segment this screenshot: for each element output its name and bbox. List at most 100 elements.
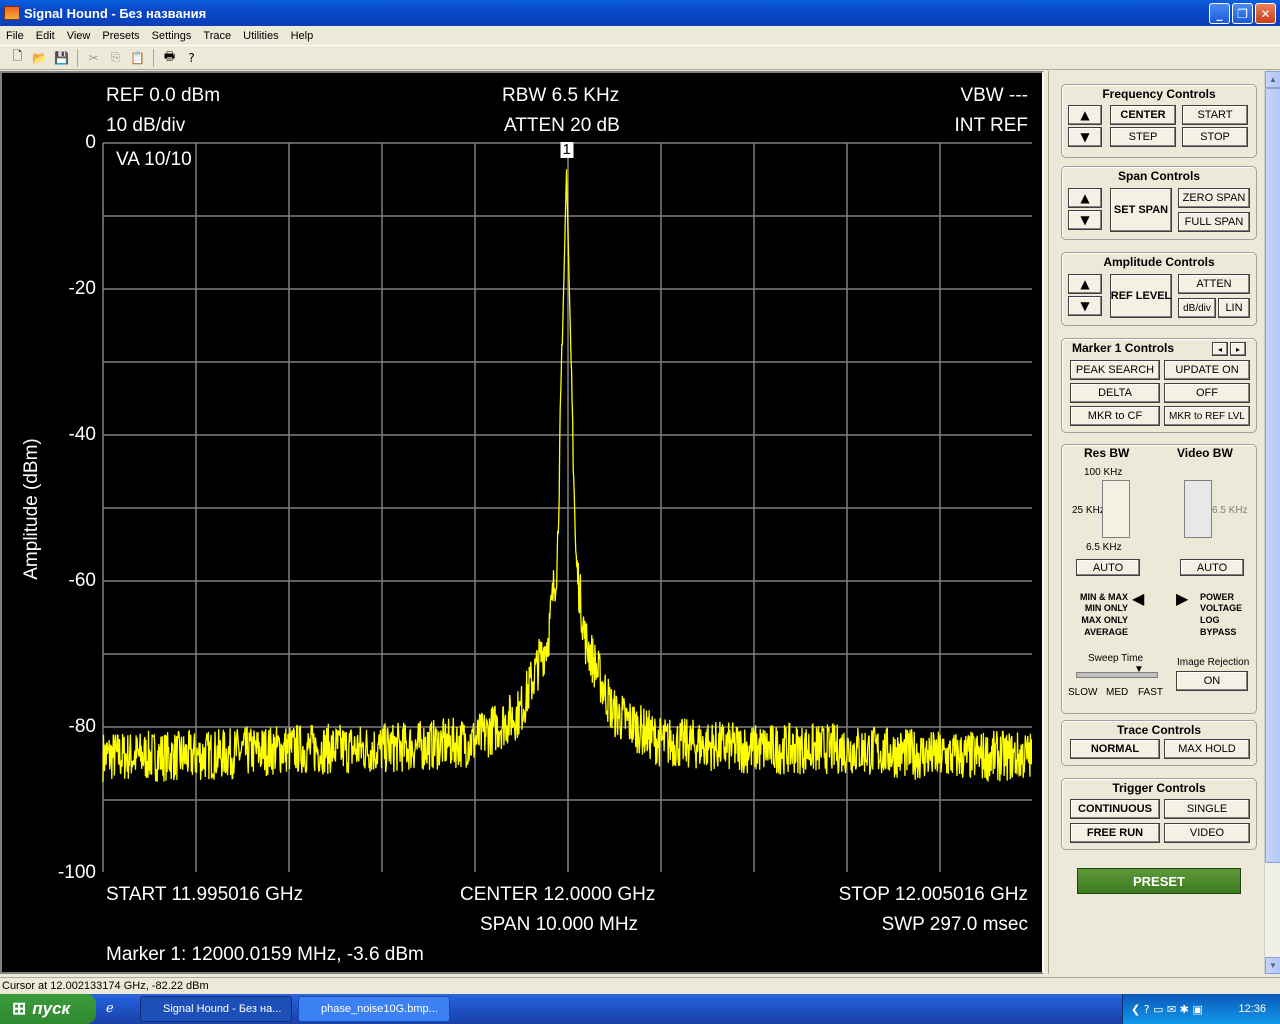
menu-file[interactable]: File (0, 30, 30, 42)
open-folder-icon[interactable]: 📂 (30, 49, 49, 67)
detector-min-max[interactable]: MIN & MAX (1074, 592, 1128, 602)
max-hold-button[interactable]: MAX HOLD (1164, 739, 1250, 759)
freq-up-button[interactable]: ▲ (1068, 105, 1102, 125)
image-rejection-on-button[interactable]: ON (1176, 671, 1248, 691)
clock: 12:36 (1238, 1003, 1266, 1015)
bandwidth-panel: Res BW Video BW 100 KHz 25 KHz 6.5 KHz 6… (1061, 444, 1257, 714)
taskbar-signal-hound[interactable]: Signal Hound - Без на... (140, 996, 292, 1022)
peak-search-button[interactable]: PEAK SEARCH (1070, 360, 1160, 380)
marker-next-icon[interactable]: ▸ (1230, 342, 1246, 356)
paste-icon[interactable]: 📋 (128, 49, 147, 67)
amp-up-button[interactable]: ▲ (1068, 274, 1102, 294)
scale-pointer-icon: ▶ (1176, 589, 1189, 608)
save-icon[interactable]: 💾 (52, 49, 71, 67)
menu-edit[interactable]: Edit (30, 30, 61, 42)
stop-button[interactable]: STOP (1182, 127, 1248, 147)
marker-prev-icon[interactable]: ◂ (1212, 342, 1228, 356)
marker-off-button[interactable]: OFF (1164, 383, 1250, 403)
taskbar: ⊞ пуск ℯ Signal Hound - Без на... phase_n… (0, 994, 1280, 1024)
print-icon[interactable]: 🖶 (160, 49, 179, 67)
db-div-button[interactable]: dB/div (1178, 298, 1216, 318)
new-file-icon[interactable]: 🗋 (8, 49, 27, 67)
free-run-button[interactable]: FREE RUN (1070, 823, 1160, 843)
step-button[interactable]: STEP (1110, 127, 1176, 147)
y-tick-20: -20 (68, 278, 96, 299)
start-button[interactable]: ⊞ пуск (0, 994, 96, 1024)
copy-icon[interactable]: ⎘ (106, 49, 125, 67)
start-button[interactable]: START (1182, 105, 1248, 125)
mkr-to-cf-button[interactable]: MKR to CF (1070, 406, 1160, 426)
mkr-to-ref-button[interactable]: MKR to REF LVL (1164, 406, 1250, 426)
span-down-button[interactable]: ▼ (1068, 210, 1102, 230)
sweep-med-label: MED (1106, 687, 1129, 698)
freq-down-button[interactable]: ▼ (1068, 127, 1102, 147)
menu-view[interactable]: View (61, 30, 97, 42)
sweep-slider-thumb-icon[interactable]: ▼ (1134, 664, 1144, 675)
single-button[interactable]: SINGLE (1164, 799, 1250, 819)
full-span-button[interactable]: FULL SPAN (1178, 212, 1250, 232)
ie-quicklaunch-icon[interactable]: ℯ (106, 1000, 114, 1016)
res-bw-auto-button[interactable]: AUTO (1076, 559, 1140, 576)
vertical-scrollbar[interactable]: ▲ ▼ (1264, 71, 1280, 974)
menu-settings[interactable]: Settings (146, 30, 198, 42)
status-bar: Cursor at 12.002133174 GHz, -82.22 dBm (0, 977, 1280, 994)
scroll-thumb[interactable] (1265, 88, 1280, 863)
video-bw-knob[interactable] (1184, 480, 1212, 538)
minimize-button[interactable]: _ (1209, 3, 1230, 24)
video-trigger-button[interactable]: VIDEO (1164, 823, 1250, 843)
span-controls-title: Span Controls (1117, 169, 1200, 183)
scale-label: 10 dB/div (106, 115, 186, 136)
rbw-label: RBW 6.5 KHz (502, 85, 620, 106)
detector-pointer-icon: ◀ (1132, 589, 1145, 608)
scroll-down-icon[interactable]: ▼ (1265, 957, 1280, 974)
video-bw-title: Video BW (1177, 446, 1233, 460)
res-bw-title: Res BW (1084, 446, 1130, 460)
marker-1-flag[interactable]: 1 (560, 142, 574, 158)
frequency-controls: Frequency Controls ▲ ▼ CENTER START STEP… (1061, 84, 1257, 158)
res-bw-knob[interactable] (1102, 480, 1130, 538)
update-on-button[interactable]: UPDATE ON (1164, 360, 1250, 380)
menu-utilities[interactable]: Utilities (237, 30, 284, 42)
video-bw-auto-button[interactable]: AUTO (1180, 559, 1244, 576)
scale-log[interactable]: LOG (1200, 615, 1220, 625)
menu-presets[interactable]: Presets (96, 30, 145, 42)
scale-bypass[interactable]: BYPASS (1200, 627, 1236, 637)
set-span-button[interactable]: SET SPAN (1110, 188, 1172, 232)
y-tick-0: 0 (85, 132, 96, 153)
menu-trace[interactable]: Trace (197, 30, 237, 42)
sweep-slow-label: SLOW (1068, 687, 1098, 698)
maximize-button[interactable]: ❐ (1232, 3, 1253, 24)
continuous-button[interactable]: CONTINUOUS (1070, 799, 1160, 819)
window-title: Signal Hound - Без названия (24, 5, 207, 21)
menu-help[interactable]: Help (285, 30, 320, 42)
detector-average[interactable]: AVERAGE (1074, 627, 1128, 637)
y-tick-100: -100 (57, 862, 96, 883)
plot-grid[interactable]: 1 (102, 142, 1032, 872)
delta-button[interactable]: DELTA (1070, 383, 1160, 403)
preset-button[interactable]: PRESET (1077, 868, 1241, 894)
lin-button[interactable]: LIN (1218, 298, 1250, 318)
help-icon[interactable]: ? (182, 49, 201, 67)
taskbar-image-viewer[interactable]: phase_noise10G.bmp... (298, 996, 450, 1022)
scale-power[interactable]: POWER (1200, 592, 1234, 602)
tray-icons[interactable]: ❮ ? ▭ ✉ ✱ ▣ (1123, 1003, 1203, 1016)
amp-down-button[interactable]: ▼ (1068, 296, 1102, 316)
detector-min-only[interactable]: MIN ONLY (1074, 603, 1128, 613)
zero-span-button[interactable]: ZERO SPAN (1178, 188, 1250, 208)
ref-level-button[interactable]: REF LEVEL (1110, 274, 1172, 318)
sweep-time-slider[interactable] (1076, 672, 1158, 678)
y-tick-80: -80 (68, 716, 96, 737)
app-icon (4, 6, 20, 20)
span-up-button[interactable]: ▲ (1068, 188, 1102, 208)
int-ref-label: INT REF (954, 115, 1028, 136)
detector-max-only[interactable]: MAX ONLY (1074, 615, 1128, 625)
marker-readout: Marker 1: 12000.0159 MHz, -3.6 dBm (106, 944, 424, 965)
scroll-up-icon[interactable]: ▲ (1265, 71, 1280, 88)
scale-voltage[interactable]: VOLTAGE (1200, 603, 1242, 613)
center-button[interactable]: CENTER (1110, 105, 1176, 125)
normal-button[interactable]: NORMAL (1070, 739, 1160, 759)
video-bw-6k5-label: 6.5 KHz (1212, 505, 1248, 516)
cut-icon[interactable]: ✂ (84, 49, 103, 67)
close-button[interactable]: ✕ (1255, 3, 1276, 24)
atten-button[interactable]: ATTEN (1178, 274, 1250, 294)
